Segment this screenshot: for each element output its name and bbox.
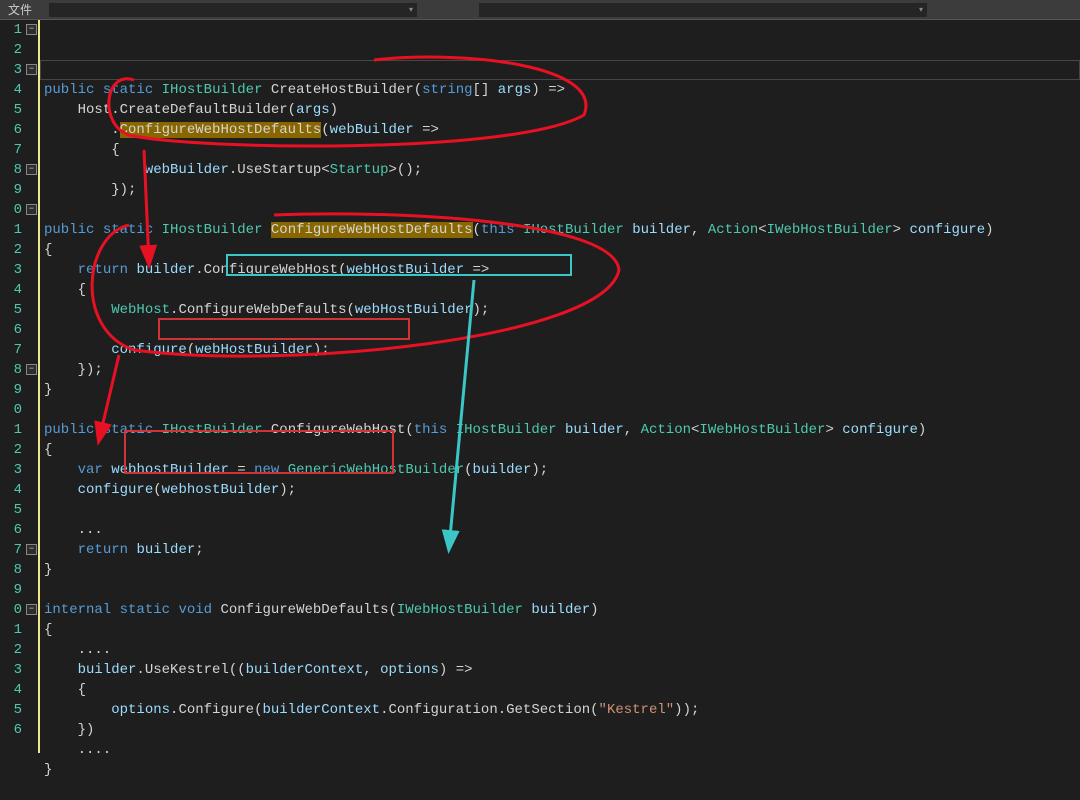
line-number: 9 [0,180,22,200]
line-number: 4 [0,680,22,700]
code-line[interactable]: options.Configure(builderContext.Configu… [44,700,1080,720]
line-number: 6 [0,120,22,140]
fold-toggle-icon[interactable]: − [26,204,37,215]
toolbar-dropdown-1[interactable]: ▾ [48,2,418,18]
line-number: 3 [0,660,22,680]
code-line[interactable]: { [44,240,1080,260]
code-line[interactable]: return builder.ConfigureWebHost(webHostB… [44,260,1080,280]
code-line[interactable] [44,580,1080,600]
code-line[interactable]: public static IHostBuilder ConfigureWebH… [44,420,1080,440]
code-line[interactable]: { [44,440,1080,460]
code-editor[interactable]: 123456789012345678901234567890123456 −−−… [0,20,1080,753]
fold-margin: − − − − − − − [28,20,40,753]
line-number: 2 [0,440,22,460]
fold-toggle-icon[interactable]: − [26,64,37,75]
code-line[interactable]: } [44,760,1080,780]
code-line[interactable]: public static IHostBuilder CreateHostBui… [44,80,1080,100]
code-line[interactable]: .ConfigureWebHostDefaults(webBuilder => [44,120,1080,140]
fold-toggle-icon[interactable]: − [26,364,37,375]
fold-toggle-icon[interactable]: − [26,604,37,615]
code-line[interactable]: } [44,560,1080,580]
code-line[interactable] [44,400,1080,420]
code-line[interactable] [44,200,1080,220]
menu-file[interactable]: 文件 [0,1,40,18]
line-number: 2 [0,40,22,60]
line-number: 0 [0,200,22,220]
fold-toggle-icon[interactable]: − [26,164,37,175]
code-line[interactable]: } [44,380,1080,400]
line-number: 6 [0,720,22,740]
line-number-gutter: 123456789012345678901234567890123456 [0,20,28,753]
code-line[interactable]: configure(webhostBuilder); [44,480,1080,500]
line-number: 1 [0,220,22,240]
line-number: 6 [0,520,22,540]
code-line[interactable] [44,500,1080,520]
line-number: 6 [0,320,22,340]
code-line[interactable]: internal static void ConfigureWebDefault… [44,600,1080,620]
toolbar: 文件 ▾ ▾ [0,0,1080,20]
code-line[interactable] [44,320,1080,340]
line-number: 1 [0,420,22,440]
code-line[interactable]: var webhostBuilder = new GenericWebHostB… [44,460,1080,480]
line-number: 4 [0,80,22,100]
current-line-highlight [40,60,1080,80]
line-number: 2 [0,240,22,260]
line-number: 3 [0,460,22,480]
code-line[interactable]: }) [44,720,1080,740]
code-line[interactable]: .... [44,640,1080,660]
line-number: 3 [0,60,22,80]
line-number: 7 [0,340,22,360]
line-number: 4 [0,480,22,500]
code-line[interactable]: WebHost.ConfigureWebDefaults(webHostBuil… [44,300,1080,320]
code-line[interactable]: public static IHostBuilder ConfigureWebH… [44,220,1080,240]
line-number: 8 [0,160,22,180]
line-number: 2 [0,640,22,660]
line-number: 7 [0,140,22,160]
code-line[interactable]: { [44,280,1080,300]
line-number: 8 [0,360,22,380]
line-number: 1 [0,620,22,640]
line-number: 0 [0,400,22,420]
code-line[interactable]: }); [44,360,1080,380]
line-number: 0 [0,600,22,620]
line-number: 5 [0,500,22,520]
code-area[interactable]: public static IHostBuilder CreateHostBui… [40,20,1080,753]
line-number: 9 [0,580,22,600]
code-line[interactable]: ... [44,520,1080,540]
fold-toggle-icon[interactable]: − [26,544,37,555]
line-number: 4 [0,280,22,300]
fold-toggle-icon[interactable]: − [26,24,37,35]
code-line[interactable]: return builder; [44,540,1080,560]
code-line[interactable]: Host.CreateDefaultBuilder(args) [44,100,1080,120]
line-number: 5 [0,100,22,120]
line-number: 7 [0,540,22,560]
line-number: 5 [0,300,22,320]
code-line[interactable] [44,780,1080,800]
code-line[interactable]: { [44,680,1080,700]
code-line[interactable]: .... [44,740,1080,760]
line-number: 5 [0,700,22,720]
code-line[interactable]: webBuilder.UseStartup<Startup>(); [44,160,1080,180]
line-number: 1 [0,20,22,40]
toolbar-dropdown-2[interactable]: ▾ [478,2,928,18]
line-number: 9 [0,380,22,400]
chevron-down-icon: ▾ [919,5,923,15]
code-line[interactable]: builder.UseKestrel((builderContext, opti… [44,660,1080,680]
line-number: 8 [0,560,22,580]
code-line[interactable]: }); [44,180,1080,200]
chevron-down-icon: ▾ [409,5,413,15]
code-line[interactable]: configure(webHostBuilder); [44,340,1080,360]
code-line[interactable]: { [44,140,1080,160]
code-line[interactable]: { [44,620,1080,640]
line-number: 3 [0,260,22,280]
